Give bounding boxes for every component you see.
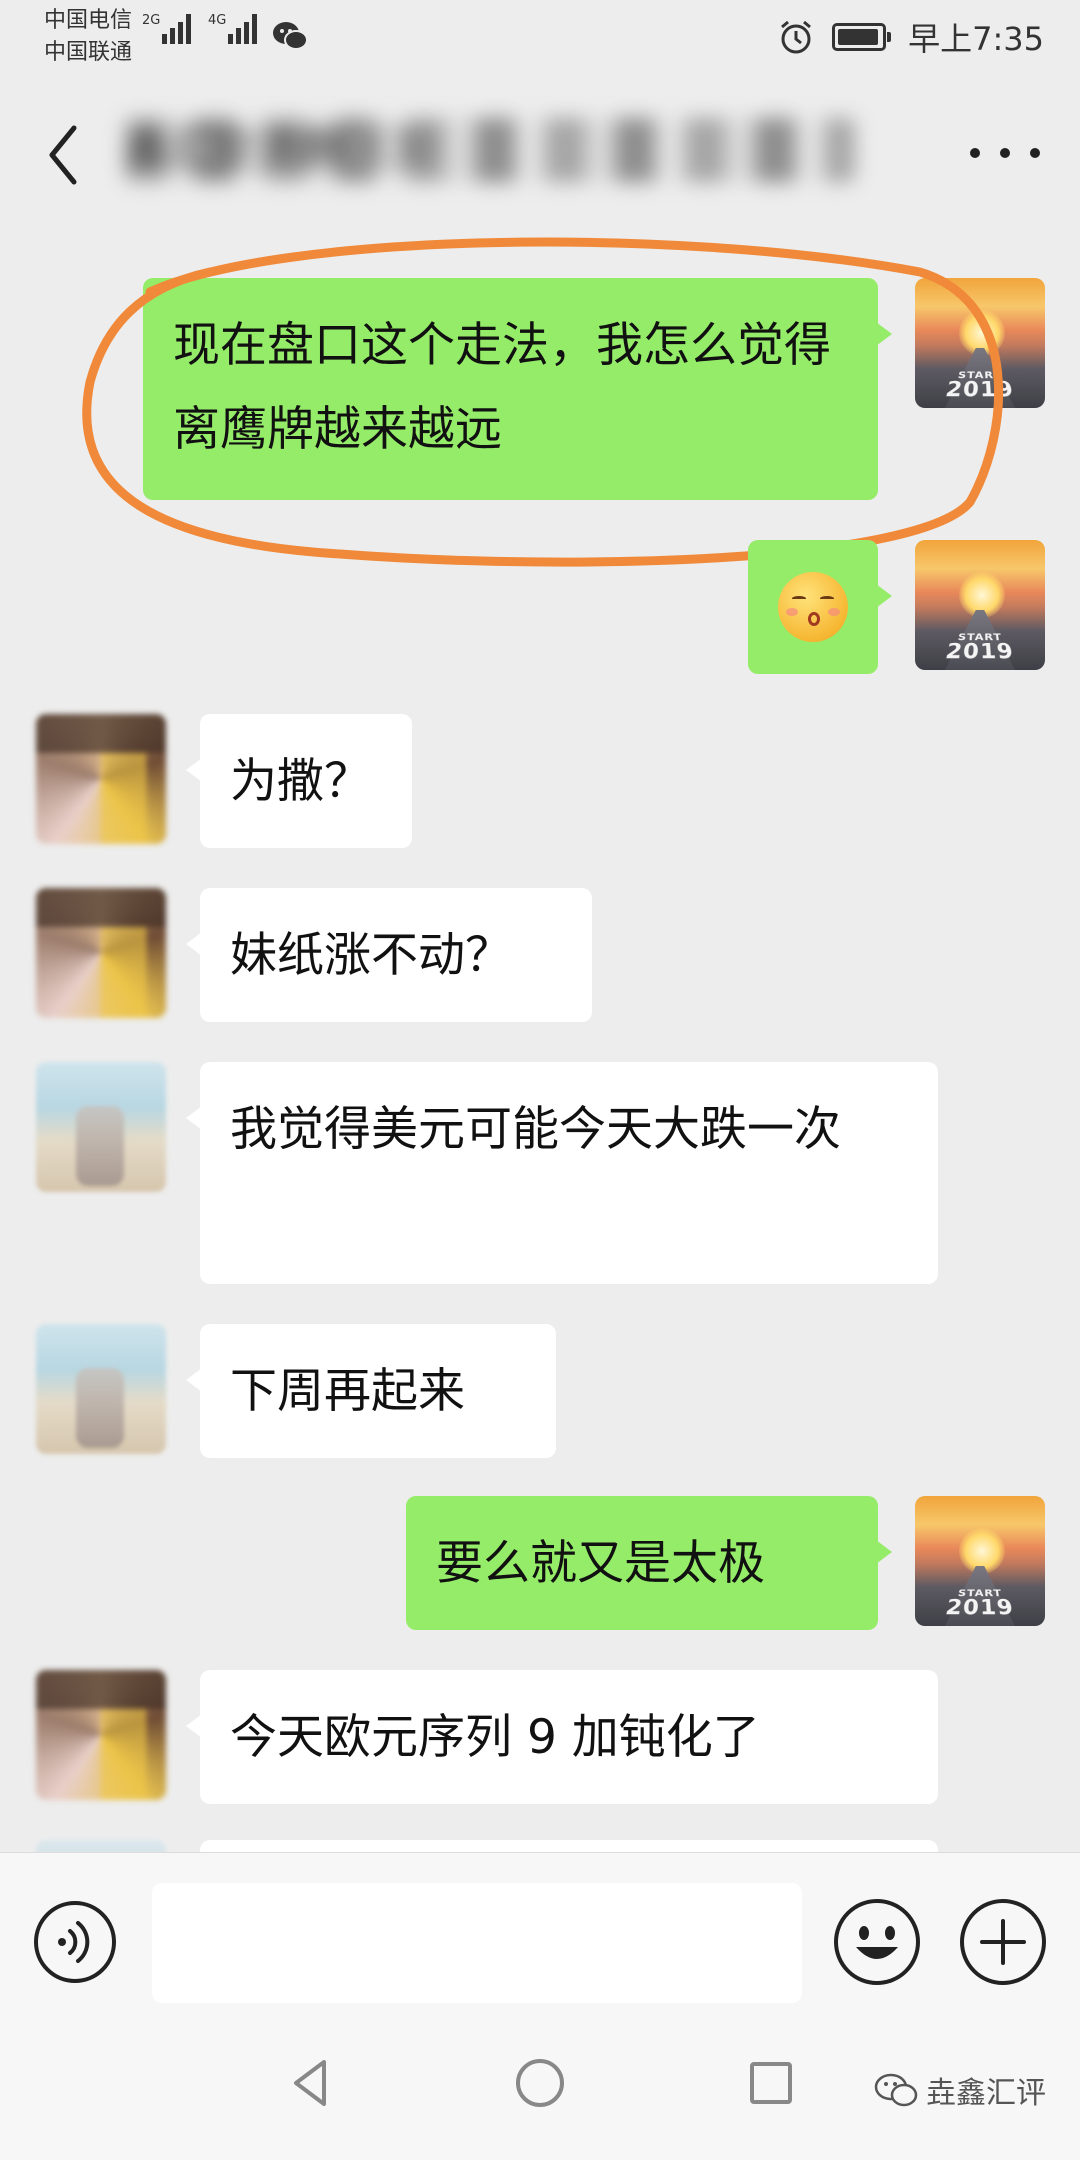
shy-face-emoji-icon: [778, 572, 848, 642]
contact-message-bubble[interactable]: 妹纸涨不动？: [186, 888, 592, 1022]
nav-recent-apps-square-icon[interactable]: [736, 2048, 806, 2118]
contact-message-bubble[interactable]: [200, 1840, 938, 1852]
system-navigation-bar: 垚鑫汇评: [0, 2010, 1080, 2160]
dot-icon: [970, 148, 980, 158]
message-text-input[interactable]: [152, 1883, 802, 2003]
alarm-icon: [781, 20, 812, 54]
more-functions-plus-button[interactable]: [958, 1897, 1048, 1987]
message-text: 为撒？: [230, 754, 371, 809]
contact-avatar[interactable]: [36, 1670, 166, 1800]
back-button[interactable]: [40, 120, 90, 190]
battery-icon: [832, 23, 892, 51]
wechat-logo-icon: [874, 2073, 918, 2107]
chat-message-list[interactable]: 现在盘口这个走法，我怎么觉得离鹰牌越来越远 START 2019 START 201…: [0, 220, 1080, 1852]
signal-icon-1: 2G: [142, 14, 194, 44]
dot-icon: [1030, 148, 1040, 158]
nav-back-triangle-icon[interactable]: [276, 2048, 346, 2118]
message-text: 现在盘口这个走法，我怎么觉得离鹰牌越来越远: [173, 318, 831, 457]
contact-avatar[interactable]: [36, 1840, 166, 1852]
contact-avatar[interactable]: [36, 1062, 166, 1192]
contact-message-bubble[interactable]: 为撒？: [186, 714, 412, 848]
contact-message-bubble[interactable]: 今天欧元序列 9 加钝化了: [186, 1670, 938, 1804]
contact-avatar[interactable]: [36, 888, 166, 1018]
my-avatar[interactable]: START 2019: [915, 278, 1045, 408]
nav-home-circle-icon[interactable]: [505, 2048, 575, 2118]
contact-message-bubble[interactable]: 我觉得美元可能今天大跌一次: [186, 1062, 938, 1284]
more-options-button[interactable]: [970, 138, 1040, 168]
my-message-bubble[interactable]: 要么就又是太极: [406, 1496, 892, 1630]
network-2g-label: 2G: [142, 13, 161, 28]
network-4g-label: 4G: [208, 13, 227, 28]
emoji-picker-button[interactable]: [832, 1897, 922, 1987]
status-time: 早上7:35: [908, 20, 1044, 58]
message-text: 要么就又是太极: [436, 1536, 765, 1591]
avatar-year-text: 2019: [942, 378, 1018, 403]
my-message-bubble[interactable]: 现在盘口这个走法，我怎么觉得离鹰牌越来越远: [143, 278, 892, 500]
contact-avatar[interactable]: [36, 714, 166, 844]
my-avatar[interactable]: START 2019: [915, 540, 1045, 670]
carrier-1-label: 中国电信: [44, 8, 133, 33]
chat-header: 鑫汇交流群（3）: [0, 80, 1080, 220]
dot-icon: [1000, 148, 1010, 158]
message-input-bar: [0, 1852, 1080, 2010]
message-text: 我觉得美元可能今天大跌一次: [230, 1102, 841, 1157]
voice-input-button[interactable]: [32, 1899, 118, 1985]
my-avatar[interactable]: START 2019: [915, 1496, 1045, 1626]
message-text: 下周再起来: [230, 1364, 465, 1419]
carrier-2-label: 中国联通: [44, 40, 133, 65]
my-emoji-bubble[interactable]: [748, 540, 892, 674]
contact-message-bubble[interactable]: 下周再起来: [186, 1324, 556, 1458]
wechat-notification-icon: [273, 22, 308, 50]
chat-title-blurred: 鑫汇交流群（3）: [125, 118, 855, 182]
message-text: 妹纸涨不动？: [230, 928, 512, 983]
message-text: 今天欧元序列 9 加钝化了: [230, 1710, 760, 1765]
status-bar: 中国电信 中国联通 2G 4G 早上7:35: [0, 0, 1080, 80]
watermark-text: 垚鑫汇评: [926, 2076, 1046, 2111]
signal-icon-2: 4G: [208, 14, 260, 44]
watermark: 垚鑫汇评: [874, 2068, 1046, 2112]
contact-avatar[interactable]: [36, 1324, 166, 1454]
